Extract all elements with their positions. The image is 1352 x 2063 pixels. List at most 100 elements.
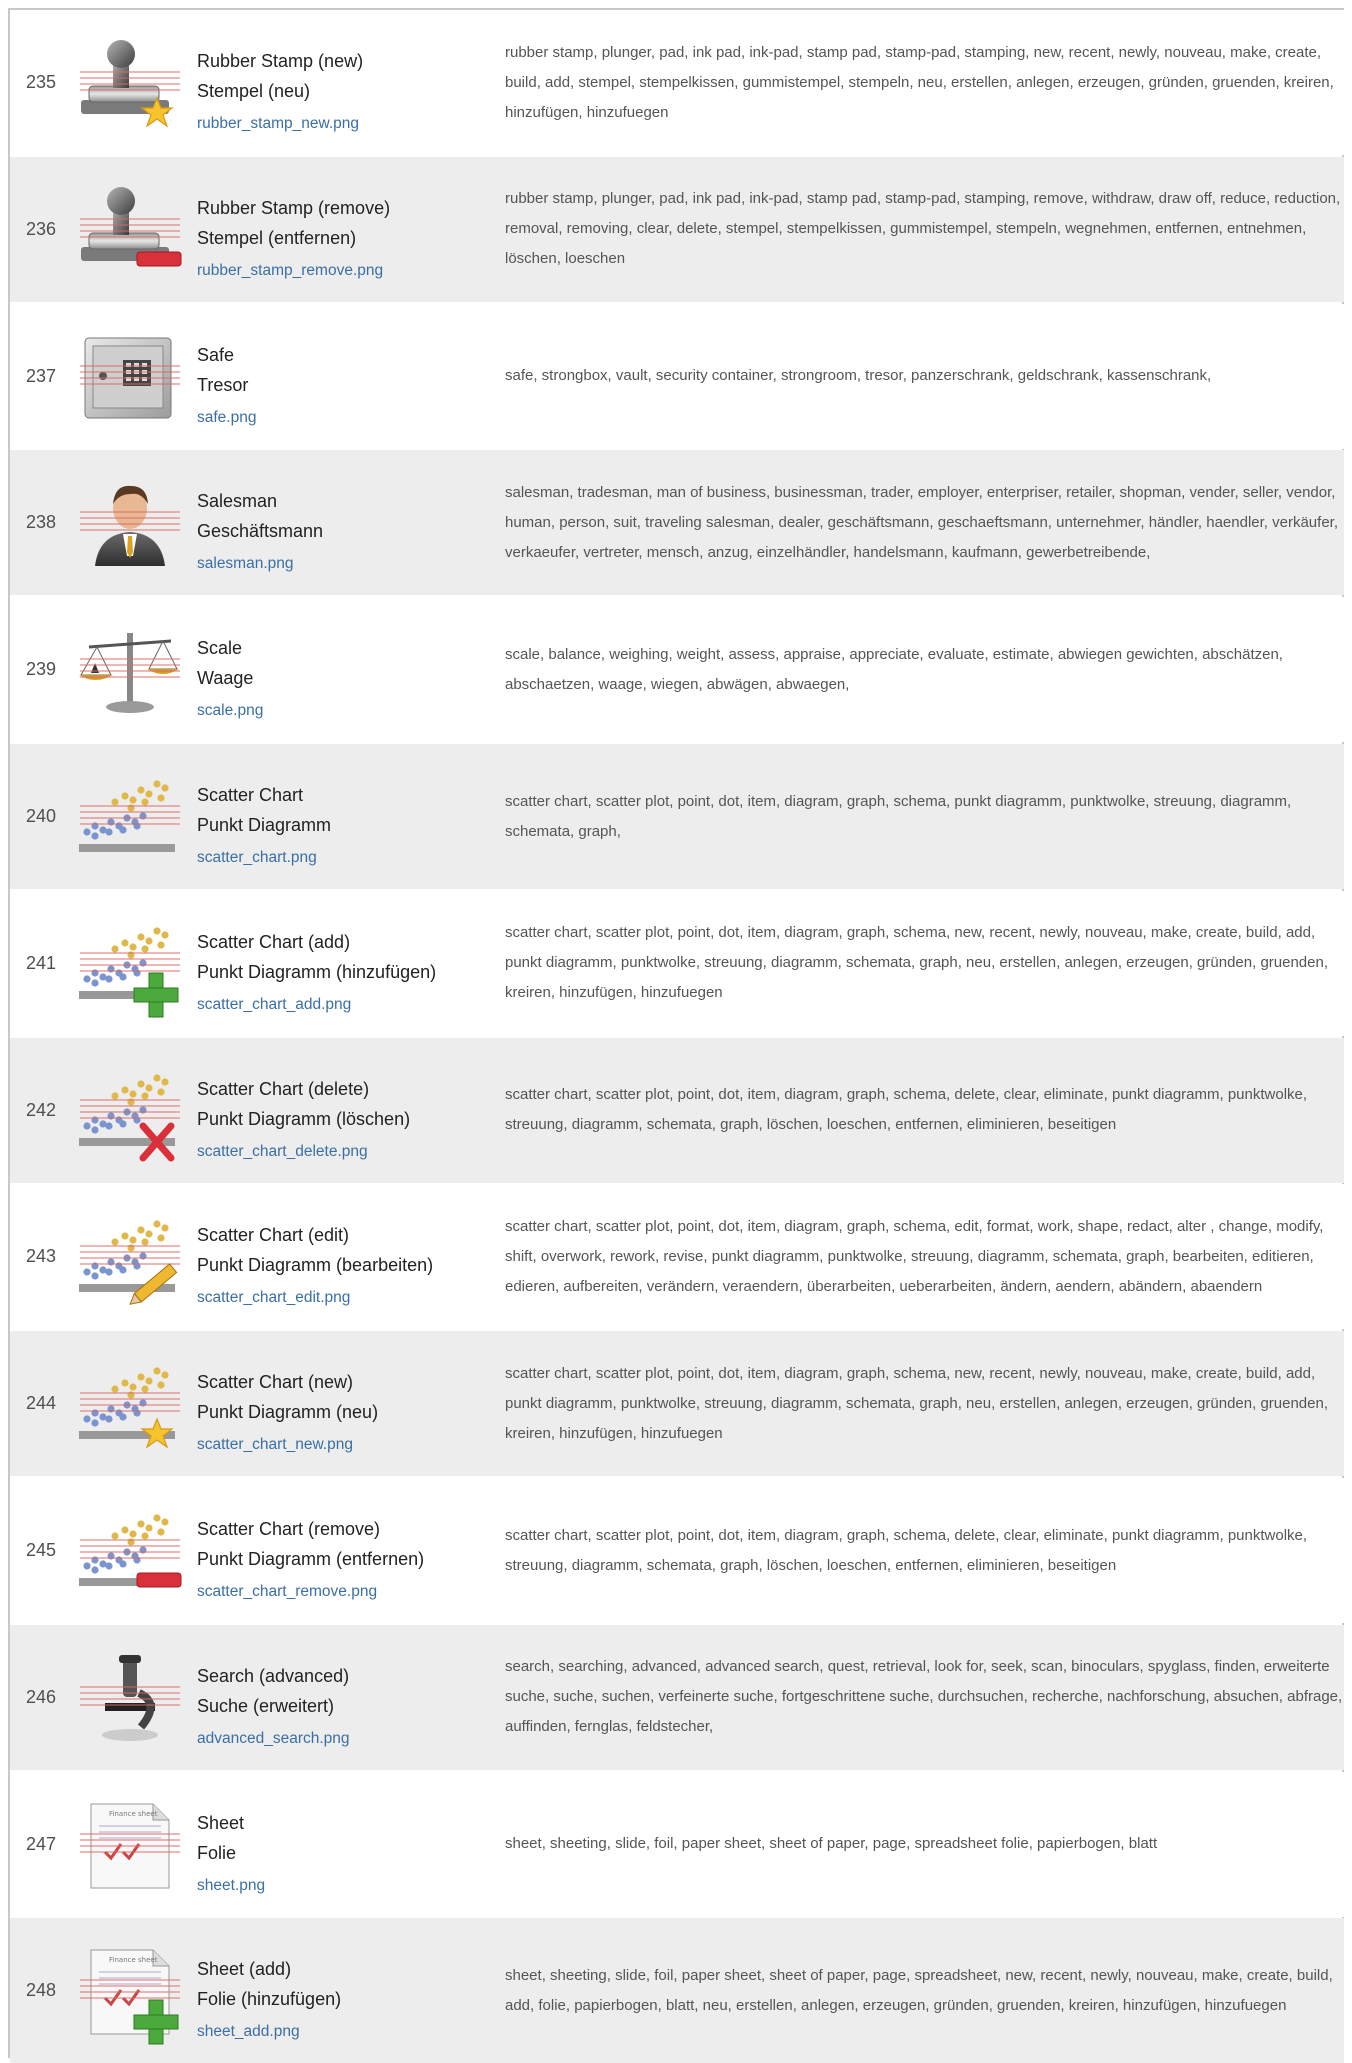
icon-names: Sheet Folie sheet.png — [197, 1808, 497, 1904]
icon-names: Scatter Chart (new) Punkt Diagramm (neu)… — [197, 1367, 497, 1463]
row-number: 235 — [26, 72, 57, 92]
rubber-stamp-remove-icon — [75, 185, 185, 275]
icon-name-english: Scatter Chart (delete) — [197, 1078, 370, 1099]
row-number: 241 — [26, 952, 57, 973]
icon-name-german: Folie (hinzufügen) — [197, 1989, 342, 2010]
icon-file-link[interactable]: sheet_add.png — [197, 2014, 497, 2050]
icon-names: Safe Tresor safe.png — [197, 340, 497, 436]
icon-name-english: Scatter Chart — [197, 785, 304, 805]
row-number: 247 — [26, 1833, 57, 1854]
keywords-text: scatter chart, scatter plot, point, dot,… — [505, 1217, 1324, 1295]
icon-names: Scale Waage scale.png — [197, 633, 497, 729]
table-row: 241 Scatter Chart (add) Punkt Diagramm (… — [10, 890, 1344, 1036]
icon-file-link[interactable]: advanced_search.png — [197, 1721, 497, 1757]
keywords-text: scatter chart, scatter plot, point, dot,… — [505, 924, 1329, 1002]
icon-name-english: Safe — [197, 344, 235, 365]
icon-file-link[interactable]: scatter_chart_new.png — [197, 1427, 497, 1463]
icon-name-english: Rubber Stamp (new) — [197, 51, 364, 71]
icon-file-link[interactable]: salesman.png — [197, 546, 497, 582]
keywords-text: salesman, tradesman, man of business, bu… — [505, 483, 1338, 561]
keywords-cell: scatter chart, scatter plot, point, dot,… — [505, 891, 1343, 1036]
keywords-cell: scatter chart, scatter plot, point, dot,… — [505, 1331, 1343, 1476]
icon-file-link[interactable]: scatter_chart_delete.png — [197, 1134, 497, 1170]
table-row: 242 Scatter Chart (delete) Punkt Diagram… — [10, 1037, 1344, 1183]
icon-name-english: Scatter Chart (remove) — [197, 1519, 381, 1539]
keywords-cell: scale, balance, weighing, weight, assess… — [505, 597, 1343, 742]
scatter-chart-new-icon — [75, 1359, 185, 1449]
rubber-stamp-new-icon — [75, 38, 185, 128]
icon-file-link[interactable]: scatter_chart_add.png — [197, 987, 497, 1023]
keywords-text: scale, balance, weighing, weight, assess… — [505, 645, 1283, 693]
table-row: 247 Finance sheet Sheet Folie sheet.png … — [10, 1771, 1344, 1917]
icon-name-english: Rubber Stamp (remove) — [197, 197, 391, 218]
icon-name-german: Punkt Diagramm (entfernen) — [197, 1549, 425, 1569]
table-row: 237 Safe Tresor safe.png safe, strongbox… — [10, 303, 1344, 449]
table-row: 244 Scatter Chart (new) Punkt Diagramm (… — [10, 1331, 1344, 1477]
icon-name-english: Sheet — [197, 1812, 245, 1833]
icon-name-german: Stempel (entfernen) — [197, 227, 357, 248]
icon-file-link[interactable]: scatter_chart.png — [197, 840, 497, 876]
icon-file-link[interactable]: rubber_stamp_new.png — [197, 106, 497, 142]
icon-file-link[interactable]: scatter_chart_remove.png — [197, 1574, 497, 1610]
icon-name-german: Stempel (neu) — [197, 81, 311, 101]
keywords-cell: search, searching, advanced, advanced se… — [505, 1625, 1343, 1770]
table-row: 240 Scatter Chart Punkt Diagramm scatter… — [10, 744, 1344, 889]
icon-names: Scatter Chart (remove) Punkt Diagramm (e… — [197, 1514, 497, 1610]
keywords-cell: rubber stamp, plunger, pad, ink pad, ink… — [505, 157, 1343, 302]
icon-name-german: Punkt Diagramm (löschen) — [197, 1108, 411, 1129]
row-number: 242 — [26, 1099, 57, 1120]
icon-name-english: Scale — [197, 638, 243, 659]
icon-name-english: Search (advanced) — [197, 1665, 350, 1686]
icon-file-link[interactable]: scale.png — [197, 693, 497, 729]
keywords-cell: scatter chart, scatter plot, point, dot,… — [505, 1478, 1343, 1623]
table-row: 235 Rubber Stamp (new) Stempel (neu) rub… — [10, 10, 1344, 155]
icon-name-english: Scatter Chart (edit) — [197, 1225, 350, 1246]
icon-name-german: Punkt Diagramm (neu) — [197, 1402, 379, 1423]
table-row: 248 Finance sheet Sheet (add) Folie (hin… — [10, 1918, 1344, 2063]
icon-name-german: Punkt Diagramm — [197, 815, 332, 835]
icon-names: Scatter Chart (add) Punkt Diagramm (hinz… — [197, 927, 497, 1023]
icon-names: Scatter Chart (edit) Punkt Diagramm (bea… — [197, 1220, 497, 1316]
icon-name-german: Geschäftsmann — [197, 521, 324, 542]
svg-text:Finance sheet: Finance sheet — [109, 1956, 158, 1964]
table-row: 243 Scatter Chart (edit) Punkt Diagramm … — [10, 1184, 1344, 1330]
keywords-text: sheet, sheeting, slide, foil, paper shee… — [505, 1966, 1333, 2014]
row-number: 244 — [26, 1393, 57, 1414]
keywords-cell: scatter chart, scatter plot, point, dot,… — [505, 744, 1343, 889]
icon-name-german: Tresor — [197, 374, 249, 395]
scale-icon — [75, 625, 185, 715]
icon-file-link[interactable]: sheet.png — [197, 1868, 497, 1904]
salesman-icon — [75, 478, 185, 568]
scatter-chart-delete-icon — [75, 1066, 185, 1162]
icon-names: Sheet (add) Folie (hinzufügen) sheet_add… — [197, 1954, 497, 2050]
table-row: 246 Search (advanced) Suche (erweitert) … — [10, 1624, 1344, 1770]
keywords-text: scatter chart, scatter plot, point, dot,… — [505, 792, 1292, 840]
keywords-cell: scatter chart, scatter plot, point, dot,… — [505, 1184, 1343, 1329]
keywords-cell: sheet, sheeting, slide, foil, paper shee… — [505, 1772, 1343, 1917]
icon-names: Rubber Stamp (new) Stempel (neu) rubber_… — [197, 46, 497, 142]
keywords-text: search, searching, advanced, advanced se… — [505, 1658, 1343, 1736]
table-row: 245 Scatter Chart (remove) Punkt Diagram… — [10, 1478, 1344, 1623]
row-number: 248 — [26, 1980, 57, 2001]
icon-name-german: Waage — [197, 668, 254, 689]
icon-file-link[interactable]: scatter_chart_edit.png — [197, 1280, 497, 1316]
icon-name-english: Salesman — [197, 491, 278, 512]
scatter-chart-add-icon — [75, 919, 185, 1018]
keywords-cell: rubber stamp, plunger, pad, ink pad, ink… — [505, 10, 1343, 155]
sheet-icon: Finance sheet — [75, 1800, 185, 1890]
scatter-chart-icon — [75, 772, 185, 862]
table-row: 239 Scale Waage scale.png scale, balance… — [10, 597, 1344, 743]
keywords-cell: safe, strongbox, vault, security contain… — [505, 304, 1343, 449]
icon-name-german: Punkt Diagramm (bearbeiten) — [197, 1255, 434, 1276]
icon-names: Rubber Stamp (remove) Stempel (entfernen… — [197, 193, 497, 289]
icon-file-link[interactable]: rubber_stamp_remove.png — [197, 253, 497, 289]
icon-names: Search (advanced) Suche (erweitert) adva… — [197, 1661, 497, 1757]
row-number: 246 — [26, 1686, 57, 1707]
safe-icon — [75, 332, 185, 422]
keywords-text: rubber stamp, plunger, pad, ink pad, ink… — [505, 43, 1334, 121]
icon-file-link[interactable]: safe.png — [197, 400, 497, 436]
keywords-text: scatter chart, scatter plot, point, dot,… — [505, 1364, 1329, 1442]
keywords-text: sheet, sheeting, slide, foil, paper shee… — [505, 1835, 1158, 1853]
row-number: 238 — [26, 512, 57, 533]
keywords-cell: scatter chart, scatter plot, point, dot,… — [505, 1038, 1343, 1183]
